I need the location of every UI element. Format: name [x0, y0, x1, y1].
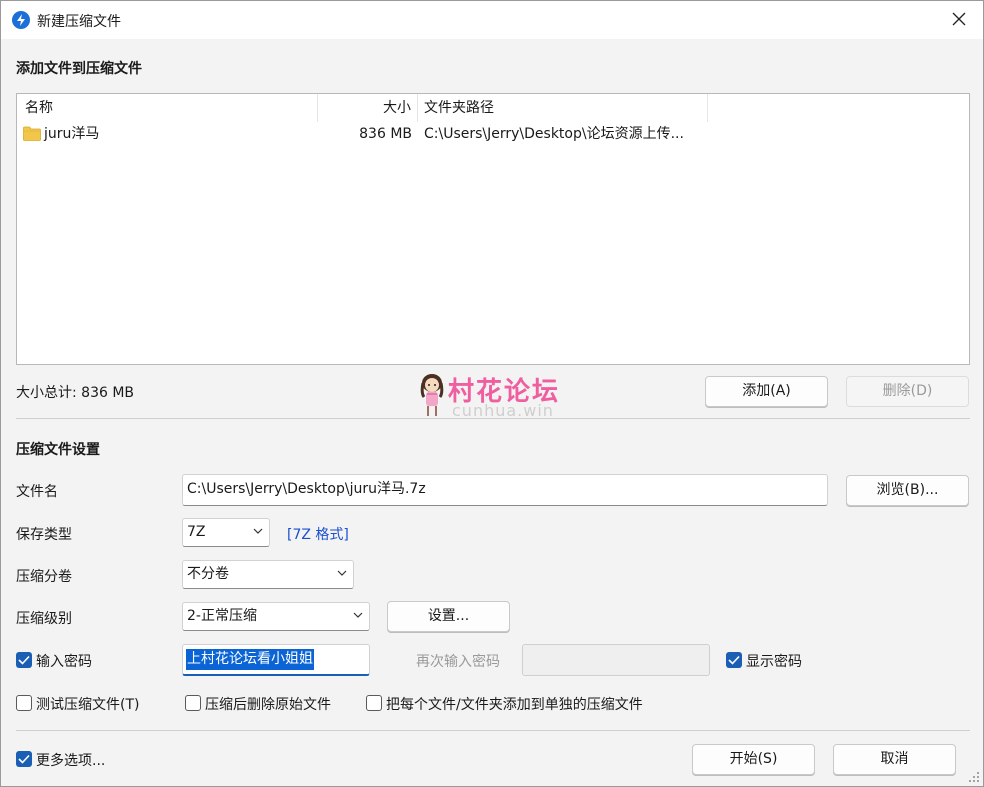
save-type-select[interactable]: 7Z: [182, 518, 270, 547]
show-password-checkbox[interactable]: [726, 652, 742, 668]
level-value: 2-正常压缩: [187, 608, 257, 624]
chevron-down-icon: [253, 528, 263, 534]
add-button[interactable]: 添加(A): [705, 376, 828, 407]
show-password-label[interactable]: 显示密码: [746, 651, 802, 671]
close-button[interactable]: [937, 1, 983, 39]
reenter-password-input[interactable]: [522, 644, 710, 676]
level-label: 压缩级别: [16, 611, 72, 627]
volume-select[interactable]: 不分卷: [182, 560, 354, 589]
test-archive-label[interactable]: 测试压缩文件(T): [36, 694, 139, 714]
column-header-name[interactable]: 名称: [17, 94, 318, 122]
volume-value: 不分卷: [187, 566, 229, 582]
settings-section-title: 压缩文件设置: [16, 442, 100, 458]
format-link[interactable]: [7Z 格式]: [287, 524, 349, 544]
volume-label: 压缩分卷: [16, 569, 72, 585]
footer-divider: [16, 730, 970, 731]
delete-button[interactable]: 删除(D): [846, 376, 969, 407]
file-list[interactable]: 名称 大小 文件夹路径 juru洋马 836 MB C:\Users\Jerry…: [16, 93, 970, 365]
each-separate-label[interactable]: 把每个文件/文件夹添加到单独的压缩文件: [386, 694, 643, 714]
level-select[interactable]: 2-正常压缩: [182, 602, 370, 631]
browse-button[interactable]: 浏览(B)...: [846, 475, 969, 506]
cancel-button[interactable]: 取消: [833, 744, 956, 775]
girl-mascot-icon: [420, 374, 444, 416]
files-section-title: 添加文件到压缩文件: [16, 61, 142, 77]
file-size: 836 MB: [359, 126, 412, 142]
column-header-path[interactable]: 文件夹路径: [418, 94, 708, 122]
delete-after-checkbox[interactable]: [185, 695, 201, 711]
save-type-label: 保存类型: [16, 527, 72, 543]
compress-dialog: 新建压缩文件 添加文件到压缩文件 名称 大小 文件夹路径 juru洋马 836 …: [0, 0, 984, 787]
reenter-password-label: 再次输入密码: [416, 654, 500, 670]
save-type-value: 7Z: [187, 524, 206, 540]
resize-grip-icon[interactable]: [968, 771, 980, 783]
column-header-size[interactable]: 大小: [318, 94, 418, 122]
folder-icon: [23, 126, 41, 141]
title-bar[interactable]: 新建压缩文件: [1, 1, 983, 39]
filename-input[interactable]: C:\Users\Jerry\Desktop\juru洋马.7z: [182, 474, 828, 506]
password-label[interactable]: 输入密码: [36, 651, 92, 671]
checkmark-icon: [18, 754, 30, 764]
password-value: 上村花论坛看小姐姐: [186, 649, 314, 670]
total-size-label: 大小总计: 836 MB: [16, 385, 135, 401]
list-item[interactable]: juru洋马 836 MB C:\Users\Jerry\Desktop\论坛资…: [17, 122, 969, 146]
file-name: juru洋马: [44, 126, 100, 142]
chevron-down-icon: [353, 612, 363, 618]
more-options-label[interactable]: 更多选项...: [36, 750, 105, 770]
checkmark-icon: [728, 655, 740, 665]
each-separate-checkbox[interactable]: [366, 695, 382, 711]
close-icon: [952, 12, 966, 26]
test-archive-checkbox[interactable]: [16, 695, 32, 711]
delete-after-label[interactable]: 压缩后删除原始文件: [205, 694, 331, 714]
file-path: C:\Users\Jerry\Desktop\论坛资源上传...: [424, 126, 684, 142]
watermark: 村花论坛 cunhua.win: [418, 371, 578, 421]
filename-label: 文件名: [16, 484, 58, 500]
password-checkbox[interactable]: [16, 652, 32, 668]
password-input[interactable]: 上村花论坛看小姐姐: [182, 644, 370, 676]
level-settings-button[interactable]: 设置...: [387, 601, 510, 632]
more-options-checkbox[interactable]: [16, 751, 32, 767]
chevron-down-icon: [337, 570, 347, 576]
checkmark-icon: [18, 655, 30, 665]
section-divider: [16, 418, 970, 419]
app-icon: [12, 11, 30, 29]
start-button[interactable]: 开始(S): [692, 744, 815, 775]
window-title: 新建压缩文件: [37, 14, 121, 30]
